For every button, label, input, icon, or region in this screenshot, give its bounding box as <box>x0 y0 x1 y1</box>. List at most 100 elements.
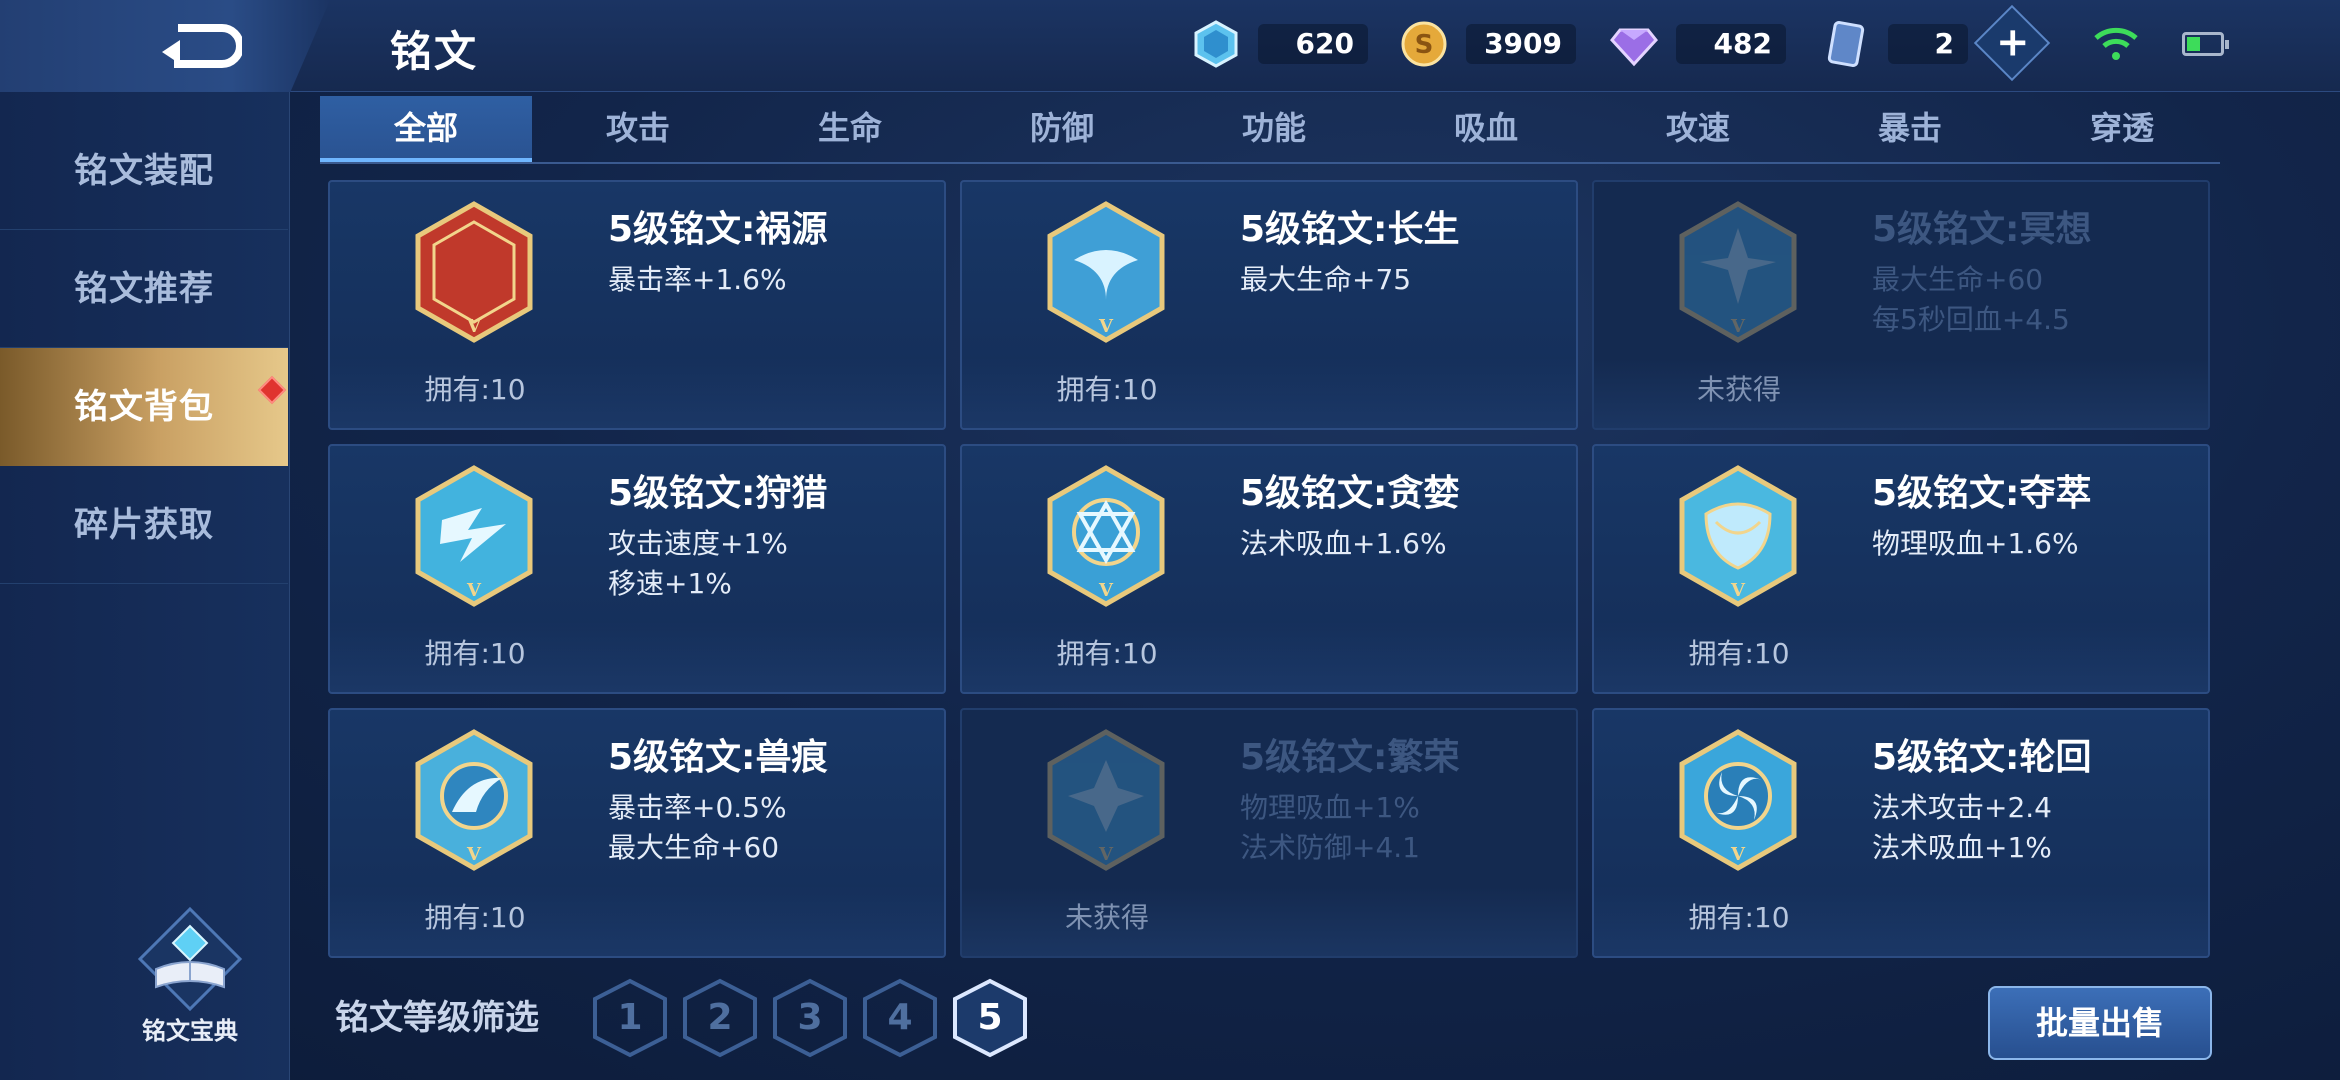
svg-text:V: V <box>1098 580 1114 601</box>
card-value: 2 <box>1888 24 1968 64</box>
card-title: 5级铭文:冥想 <box>1872 209 2092 250</box>
inscription-card[interactable]: V 5级铭文:兽痕 暴击率+0.5% 最大生命+60 拥有:10 <box>328 708 946 958</box>
card-owned-count: 未获得 <box>1696 373 1781 406</box>
bulk-sell-button[interactable]: 批量出售 <box>1988 986 2212 1060</box>
inscription-emblem-icon: V <box>1679 729 1797 871</box>
card-stat: 最大生命+75 <box>1240 263 1412 296</box>
card-title: 5级铭文:繁荣 <box>1240 737 1460 778</box>
crystal-currency[interactable]: 620 <box>1192 14 1368 74</box>
card-stat: 每5秒回血+4.5 <box>1872 303 2070 336</box>
inscription-card[interactable]: V 5级铭文:冥想 最大生命+60 每5秒回血+4.5 未获得 <box>1592 180 2210 430</box>
card-stat: 物理吸血+1% <box>1240 791 1420 824</box>
wifi-icon <box>2094 27 2138 60</box>
card-stat: 暴击率+1.6% <box>608 263 787 296</box>
inscription-emblem-icon: V <box>415 201 533 343</box>
svg-text:V: V <box>1730 580 1746 601</box>
inscription-card[interactable]: V 5级铭文:轮回 法术攻击+2.4 法术吸血+1% 拥有:10 <box>1592 708 2210 958</box>
svg-text:V: V <box>1098 316 1114 337</box>
diamond-currency[interactable]: 482 <box>1610 14 1786 74</box>
sidebar-item-fragments[interactable]: 碎片获取 <box>0 466 288 584</box>
level-filter-5[interactable]: 5 <box>952 978 1028 1058</box>
inscription-card[interactable]: V 5级铭文:狩猎 攻击速度+1% 移速+1% 拥有:10 <box>328 444 946 694</box>
card-title: 5级铭文:贪婪 <box>1240 473 1460 514</box>
plus-icon: + <box>1995 19 2030 66</box>
level-filter-3[interactable]: 3 <box>772 978 848 1058</box>
card-owned-count: 拥有:10 <box>1056 637 1158 670</box>
tab-utility[interactable]: 功能 <box>1168 96 1380 162</box>
top-bar: 铭文 620 S 3909 482 2 + <box>0 0 2340 92</box>
card-stat: 物理吸血+1.6% <box>1872 527 2079 560</box>
sidebar-item-recommend[interactable]: 铭文推荐 <box>0 230 288 348</box>
card-stat: 暴击率+0.5% <box>608 791 787 824</box>
crystal-value: 620 <box>1258 24 1368 64</box>
card-stat: 最大生命+60 <box>608 831 780 864</box>
svg-text:V: V <box>1730 316 1746 337</box>
card-title: 5级铭文:祸源 <box>608 209 828 250</box>
tab-all[interactable]: 全部 <box>320 96 532 162</box>
level-filter-label: 4 <box>887 997 913 1038</box>
inscription-card[interactable]: V 5级铭文:贪婪 法术吸血+1.6% 拥有:10 <box>960 444 1578 694</box>
card-owned-count: 拥有:10 <box>1688 637 1790 670</box>
coin-currency[interactable]: S 3909 <box>1400 14 1576 74</box>
tab-attack[interactable]: 攻击 <box>532 96 744 162</box>
inscription-card[interactable]: V 5级铭文:长生 最大生命+75 拥有:10 <box>960 180 1578 430</box>
tab-penetration[interactable]: 穿透 <box>2016 96 2228 162</box>
svg-text:V: V <box>466 316 482 337</box>
svg-text:V: V <box>466 580 482 601</box>
card-title: 5级铭文:兽痕 <box>608 737 828 778</box>
inscription-card[interactable]: V 5级铭文:祸源 暴击率+1.6% 拥有:10 <box>328 180 946 430</box>
sidebar-item-backpack[interactable]: 铭文背包 <box>0 348 288 466</box>
svg-text:V: V <box>466 844 482 865</box>
level-filter-label: 1 <box>617 997 643 1038</box>
inscription-card[interactable]: V 5级铭文:夺萃 物理吸血+1.6% 拥有:10 <box>1592 444 2210 694</box>
svg-text:V: V <box>1730 844 1746 865</box>
inscription-emblem-icon: V <box>1679 465 1797 607</box>
tab-defense[interactable]: 防御 <box>956 96 1168 162</box>
inscription-emblem-icon: V <box>415 729 533 871</box>
inscription-emblem-icon: V <box>1679 201 1797 343</box>
svg-text:S: S <box>1415 30 1434 60</box>
tab-health[interactable]: 生命 <box>744 96 956 162</box>
level-filter-label: 5 <box>977 997 1003 1038</box>
add-currency-button[interactable]: + <box>1973 4 2051 82</box>
coin-value: 3909 <box>1466 24 1576 64</box>
inscription-emblem-icon: V <box>1047 465 1165 607</box>
tab-lifesteal[interactable]: 吸血 <box>1380 96 1592 162</box>
card-stat: 最大生命+60 <box>1872 263 2044 296</box>
inscription-emblem-icon: V <box>1047 201 1165 343</box>
card-owned-count: 拥有:10 <box>424 637 526 670</box>
card-owned-count: 未获得 <box>1064 901 1149 934</box>
back-button[interactable] <box>0 0 330 92</box>
gold-coin-icon: S <box>1401 21 1447 67</box>
purple-diamond-icon <box>1610 28 1658 67</box>
inscription-card[interactable]: V 5级铭文:繁荣 物理吸血+1% 法术防御+4.1 未获得 <box>960 708 1578 958</box>
tab-crit[interactable]: 暴击 <box>1804 96 2016 162</box>
card-owned-count: 拥有:10 <box>424 901 526 934</box>
codex-label: 铭文宝典 <box>142 1017 238 1045</box>
inscription-emblem-icon: V <box>415 465 533 607</box>
card-stat: 攻击速度+1% <box>608 527 788 560</box>
card-currency[interactable]: 2 <box>1822 14 1968 74</box>
back-arrow-icon <box>162 24 242 68</box>
svg-text:V: V <box>1098 844 1114 865</box>
card-stat: 法术吸血+1.6% <box>1240 527 1447 560</box>
card-icon <box>1827 21 1865 67</box>
level-filter-4[interactable]: 4 <box>862 978 938 1058</box>
battery-icon <box>2182 32 2229 56</box>
card-owned-count: 拥有:10 <box>424 373 526 406</box>
category-tabs: 全部 攻击 生命 防御 功能 吸血 攻速 暴击 穿透 <box>320 96 2220 164</box>
level-filter-1[interactable]: 1 <box>592 978 668 1058</box>
tab-attack-speed[interactable]: 攻速 <box>1592 96 1804 162</box>
card-stat: 移速+1% <box>608 567 732 600</box>
card-owned-count: 拥有:10 <box>1056 373 1158 406</box>
inscription-emblem-icon: V <box>1047 729 1165 871</box>
sidebar-item-equip[interactable]: 铭文装配 <box>0 112 288 230</box>
diamond-value: 482 <box>1676 24 1786 64</box>
level-filter-2[interactable]: 2 <box>682 978 758 1058</box>
card-title: 5级铭文:轮回 <box>1872 737 2092 778</box>
card-title: 5级铭文:长生 <box>1240 209 1460 250</box>
card-owned-count: 拥有:10 <box>1688 901 1790 934</box>
codex-button[interactable]: 铭文宝典 <box>130 905 250 1045</box>
card-title: 5级铭文:夺萃 <box>1872 473 2092 514</box>
level-filter-label: 2 <box>707 997 733 1038</box>
